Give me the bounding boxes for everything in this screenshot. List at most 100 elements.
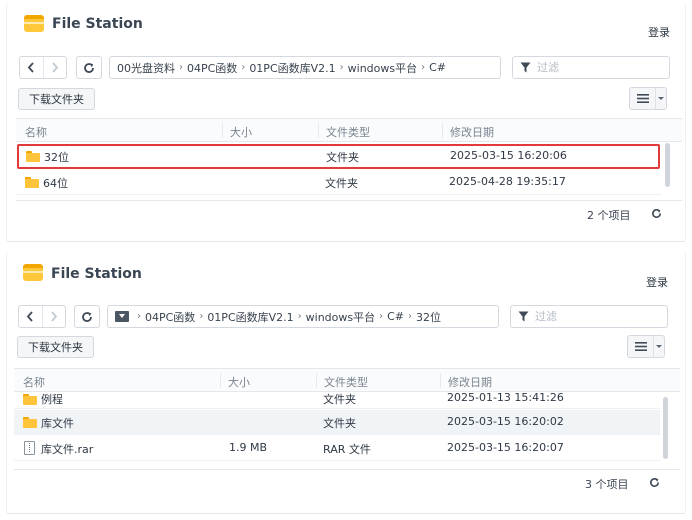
view-mode-button[interactable] [627,335,665,358]
chevron-down-icon [655,88,666,109]
view-mode-button[interactable] [629,87,667,110]
file-station-window-2: File Station 登录 › 04PC函数 › 01PC函数库V2.1 › w… [6,252,686,514]
file-station-window-1: File Station 登录 00光盘资料 › 04PC函数 › 01PC函数库V… [6,2,686,242]
login-link[interactable]: 登录 [648,24,670,40]
breadcrumb-item[interactable]: 04PC函数 [145,309,195,325]
refresh-button[interactable] [74,305,100,328]
chevron-right-icon: › [408,311,413,322]
breadcrumb-item[interactable]: windows平台 [348,60,417,76]
file-name: 库文件.rar [41,443,94,456]
back-button[interactable] [20,57,43,78]
file-type: RAR 文件 [323,443,371,456]
folder-icon [23,417,37,428]
list-footer: 3 个项目 [14,469,680,494]
chevron-right-icon: › [199,311,204,322]
rar-file-icon [24,441,35,455]
file-type: 文件夹 [323,417,356,430]
refresh-icon [84,62,94,73]
file-modified: 2025-01-13 15:41:26 [447,391,564,404]
download-folder-button[interactable]: 下载文件夹 [17,336,94,358]
login-link[interactable]: 登录 [646,274,668,290]
breadcrumb-item[interactable]: 00光盘资料 [117,60,175,76]
breadcrumb-item[interactable]: 01PC函数库V2.1 [249,60,335,76]
file-row[interactable]: 库文件 文件夹 2025-03-15 16:20:02 [14,410,660,435]
breadcrumb-item[interactable]: C# [429,61,446,74]
file-modified: 2025-03-15 16:20:07 [447,441,564,454]
app-title: File Station [51,266,142,282]
file-name: 64位 [43,177,68,190]
filter-field[interactable] [512,56,670,79]
item-count: 3 个项目 [585,478,629,491]
refresh-icon [82,311,92,322]
forward-button[interactable] [42,57,66,78]
chevron-down-icon [653,336,664,357]
chevron-right-icon: › [421,62,426,73]
file-name: 例程 [41,393,63,406]
folder-icon [23,394,37,405]
column-type[interactable]: 文件类型 [326,124,370,140]
back-button[interactable] [19,306,42,327]
chevron-right-icon: › [137,311,141,322]
refresh-icon [651,208,661,218]
chevron-right-icon: › [179,62,183,73]
breadcrumb-item[interactable]: 04PC函数 [187,60,237,76]
file-row[interactable]: 例程 文件夹 2025-01-13 15:41:26 [14,385,660,409]
filter-input[interactable] [535,310,645,323]
scrollbar[interactable] [663,397,668,459]
path-breadcrumb: › 04PC函数 › 01PC函数库V2.1 › windows平台 › C# › 32… [107,305,499,328]
chevron-right-icon [52,62,59,73]
file-modified: 2025-04-28 19:35:17 [449,175,566,188]
column-name[interactable]: 名称 [25,124,47,140]
file-list: 32位 文件夹 2025-03-15 16:20:06 64位 文件夹 2025… [16,143,682,197]
file-row[interactable]: 库文件.rar 1.9 MB RAR 文件 2025-03-15 16:20:0… [14,436,660,461]
file-name: 32位 [44,151,69,164]
file-type: 文件夹 [323,393,356,406]
path-breadcrumb: 00光盘资料 › 04PC函数 › 01PC函数库V2.1 › windows平台 › … [109,56,501,79]
breadcrumb-item[interactable]: 01PC函数库V2.1 [207,309,293,325]
file-row[interactable]: 32位 文件夹 2025-03-15 16:20:06 [17,144,660,169]
breadcrumb-item[interactable]: C# [387,310,404,323]
chevron-right-icon: › [297,311,302,322]
filter-input[interactable] [537,61,647,74]
chevron-right-icon: › [241,62,246,73]
chevron-left-icon [27,311,34,322]
file-row[interactable]: 64位 文件夹 2025-04-28 19:35:17 [16,170,662,195]
breadcrumb-item[interactable]: 32位 [416,309,441,325]
breadcrumb-item[interactable]: windows平台 [306,309,375,325]
folder-icon [25,177,39,188]
app-title: File Station [52,16,143,32]
filter-field[interactable] [510,305,668,328]
refresh-button[interactable] [76,56,102,79]
file-type: 文件夹 [326,151,359,164]
column-size[interactable]: 大小 [230,124,252,140]
refresh-icon [649,477,659,487]
chevron-right-icon: › [339,62,344,73]
file-list: 例程 文件夹 2025-01-13 15:41:26 库文件 文件夹 2025-… [14,385,680,467]
footer-refresh-button[interactable] [647,475,661,489]
forward-button[interactable] [41,306,65,327]
footer-refresh-button[interactable] [649,206,663,220]
file-station-logo-icon [23,264,43,281]
file-modified: 2025-03-15 16:20:02 [447,415,564,428]
folder-icon [26,151,40,162]
home-drive-icon[interactable] [115,311,129,322]
list-footer: 2 个项目 [16,200,682,225]
column-header-row: 名称 大小 文件类型 修改日期 [16,118,682,142]
file-size: 1.9 MB [229,441,268,454]
funnel-icon [518,311,529,322]
file-name: 库文件 [41,417,74,430]
chevron-right-icon: › [379,311,384,322]
item-count: 2 个项目 [587,209,631,222]
funnel-icon [520,62,531,73]
chevron-left-icon [28,62,35,73]
list-view-icon [636,94,649,103]
download-folder-button[interactable]: 下载文件夹 [18,88,95,110]
history-nav [19,56,67,79]
file-type: 文件夹 [325,177,358,190]
chevron-right-icon [51,311,58,322]
column-modified[interactable]: 修改日期 [450,124,494,140]
file-station-logo-icon [24,15,44,32]
scrollbar[interactable] [665,143,670,187]
file-modified: 2025-03-15 16:20:06 [450,149,567,162]
list-view-icon [634,342,647,351]
